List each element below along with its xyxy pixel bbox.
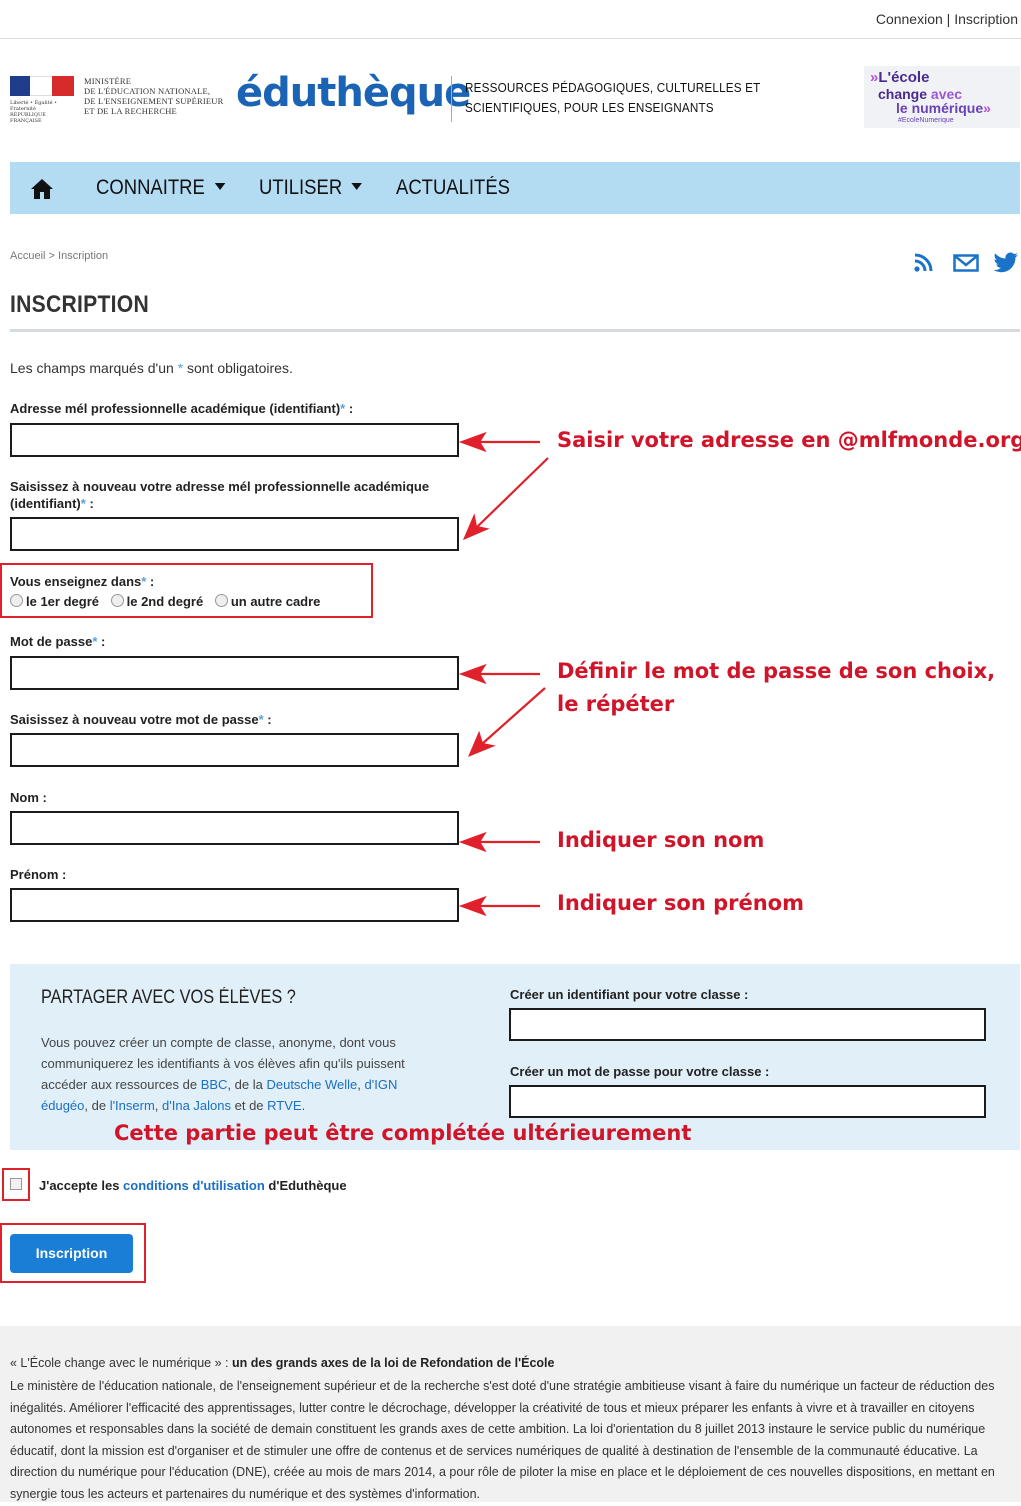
breadcrumb-home[interactable]: Accueil [10, 250, 45, 262]
main-nav: CONNAITRE UTILISER ACTUALITÉS [10, 162, 1020, 214]
terms-link[interactable]: conditions d'utilisation [123, 1178, 265, 1193]
email-confirm-label: Saisissez à nouveau votre adresse mél pr… [10, 479, 430, 511]
caret-down-icon [351, 183, 363, 190]
nav-item-utiliser[interactable]: UTILISER [259, 176, 363, 200]
link-rtve[interactable]: RTVE [267, 1098, 301, 1113]
terms-label: J'accepte les conditions d'utilisation d… [39, 1178, 347, 1193]
mail-icon[interactable] [953, 252, 979, 274]
arrow-left-icon [458, 895, 487, 917]
arrow-left-icon [458, 831, 487, 853]
firstname-label: Prénom : [10, 867, 67, 882]
class-password-input[interactable] [511, 1087, 984, 1116]
firstname-input[interactable] [12, 890, 457, 920]
password-confirm-label: Saisissez à nouveau votre mot de passe* … [10, 712, 272, 727]
caret-down-icon [214, 183, 225, 190]
republic-motto: Liberté • Égalité • Fraternité RÉPUBLIQU… [10, 100, 58, 124]
twitter-icon[interactable] [993, 252, 1019, 274]
home-icon[interactable] [30, 178, 54, 200]
email-confirm-field[interactable] [10, 517, 459, 551]
edutheque-logo[interactable]: éduthèque [236, 70, 471, 116]
account-links-separator: | [946, 11, 951, 27]
lastname-label: Nom : [10, 790, 47, 805]
arrow-left-icon [467, 730, 496, 758]
class-password-label: Créer un mot de passe pour votre classe … [510, 1064, 770, 1079]
annotation-lastname: Indiquer son nom [557, 828, 765, 852]
annotation-share: Cette partie peut être complétée ultérie… [114, 1121, 692, 1145]
register-link[interactable]: Inscription [954, 11, 1018, 27]
share-with-students-panel: PARTAGER AVEC VOS ÉLÈVES ? Vous pouvez c… [10, 964, 1020, 1150]
ecole-numerique-badge[interactable]: »L'école change avec le numérique» #Ecol… [864, 66, 1020, 128]
password-field[interactable] [10, 656, 459, 690]
password-confirm-field[interactable] [10, 733, 459, 767]
share-title: PARTAGER AVEC VOS ÉLÈVES ? [41, 987, 296, 1008]
password-input[interactable] [12, 658, 457, 688]
arrow-left-icon [458, 663, 487, 685]
class-id-field[interactable] [509, 1008, 986, 1041]
link-deutsche-welle[interactable]: Deutsche Welle [266, 1077, 357, 1092]
share-description: Vous pouvez créer un compte de classe, a… [41, 1035, 405, 1113]
title-divider [10, 329, 1020, 332]
rss-icon[interactable] [913, 252, 933, 274]
lastname-input[interactable] [12, 813, 457, 843]
breadcrumb: Accueil > Inscription [10, 250, 109, 262]
teaching-level-options: le 1er degré le 2nd degré un autre cadre [10, 594, 320, 609]
nav-item-connaitre[interactable]: CONNAITRE [96, 176, 226, 200]
radio-1er-degre[interactable] [10, 594, 23, 607]
footer-heading: « L'École change avec le numérique » : u… [10, 1356, 555, 1370]
link-bbc[interactable]: BBC [201, 1077, 228, 1092]
teaching-level-highlight [0, 563, 373, 618]
email-confirm-input[interactable] [12, 519, 457, 549]
marianne-logo [10, 76, 74, 96]
page-title: INSCRIPTION [10, 291, 150, 318]
footer: « L'École change avec le numérique » : u… [0, 1326, 1021, 1502]
lastname-field[interactable] [10, 811, 459, 845]
terms-checkbox[interactable] [10, 1178, 22, 1190]
class-id-label: Créer un identifiant pour votre classe : [510, 987, 749, 1002]
arrow-left-icon [458, 431, 487, 453]
site-tagline: RESSOURCES PÉDAGOGIQUES, CULTURELLES ET … [465, 80, 761, 115]
class-id-input[interactable] [511, 1010, 984, 1039]
firstname-field[interactable] [10, 888, 459, 922]
annotation-password-1: Définir le mot de passe de son choix, [557, 659, 996, 683]
email-label: Adresse mél professionnelle académique (… [10, 401, 354, 416]
footer-paragraph: Le ministère de l'éducation nationale, d… [10, 1379, 995, 1501]
top-bar: Connexion | Inscription [0, 0, 1021, 39]
radio-2nd-degre[interactable] [110, 594, 124, 607]
header-divider [451, 76, 452, 122]
email-input[interactable] [12, 425, 457, 455]
password-label: Mot de passe* : [10, 634, 106, 649]
annotation-firstname: Indiquer son prénom [557, 891, 804, 915]
class-password-field[interactable] [509, 1085, 986, 1118]
annotation-password-2: le répéter [557, 692, 675, 716]
ministry-name: MINISTÈRE DE L'ÉDUCATION NATIONALE, DE L… [84, 76, 224, 116]
email-field[interactable] [10, 423, 459, 457]
annotation-email: Saisir votre adresse en @mlfmonde.org [557, 428, 1021, 452]
site-header: Liberté • Égalité • Fraternité RÉPUBLIQU… [10, 62, 1020, 142]
link-ina-jalons[interactable]: d'Ina Jalons [162, 1098, 231, 1113]
arrow-left-icon [462, 513, 490, 541]
breadcrumb-current: Inscription [58, 250, 109, 262]
teaching-level-label: Vous enseignez dans* : [10, 574, 155, 589]
required-note: Les champs marqués d'un * sont obligatoi… [10, 360, 293, 376]
login-link[interactable]: Connexion [876, 11, 943, 27]
nav-item-actualites[interactable]: ACTUALITÉS [396, 176, 510, 200]
link-inserm[interactable]: l'Inserm [110, 1098, 155, 1113]
radio-autre-cadre[interactable] [214, 594, 228, 607]
account-links: Connexion | Inscription [876, 11, 1018, 27]
password-confirm-input[interactable] [12, 735, 457, 765]
inscription-button[interactable]: Inscription [10, 1234, 133, 1273]
